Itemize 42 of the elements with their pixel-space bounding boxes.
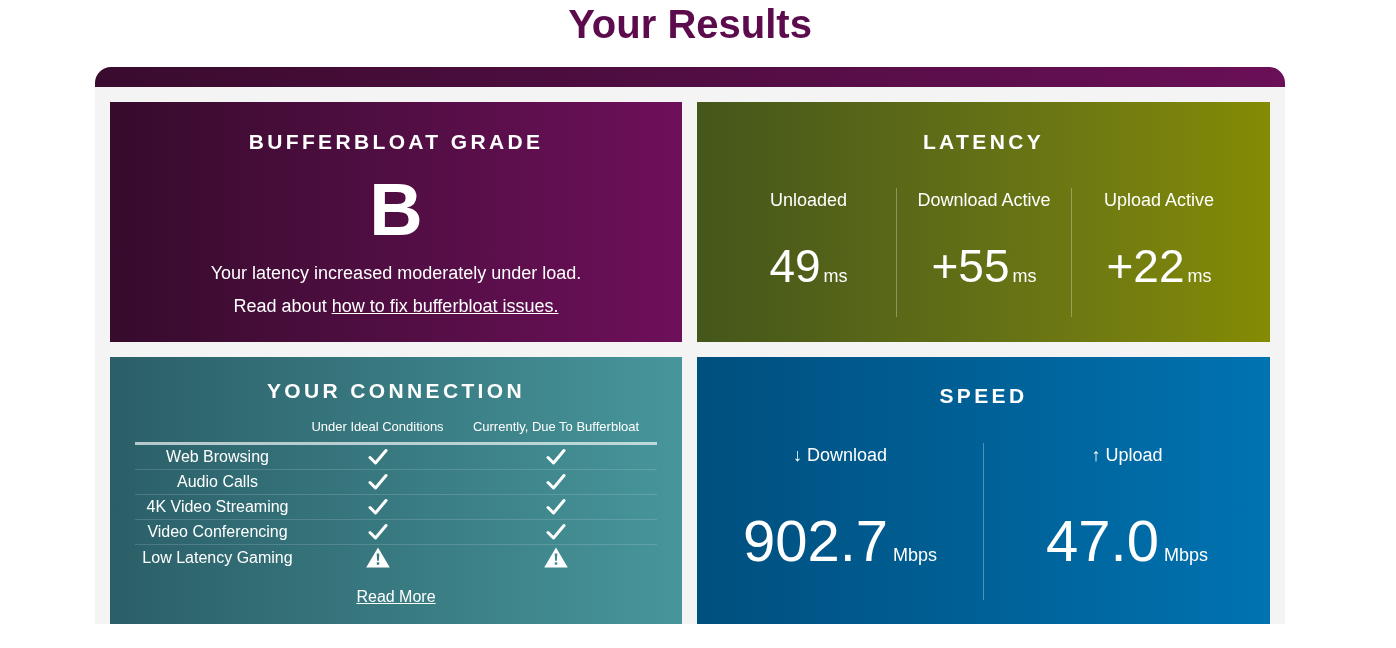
column-header: Currently, Due To Bufferbloat [472,418,640,436]
unit-label: ms [823,265,848,287]
column-header: Under Ideal Conditions [311,418,444,436]
read-more-link[interactable]: Read More [356,585,436,609]
metric-label: ↓ Download [792,444,888,467]
metric-label: Unloaded [769,189,848,212]
card-title: SPEED [939,383,1028,409]
check-icon [367,448,388,466]
check-icon [367,473,388,491]
fix-advice-text: Read about how to fix bufferbloat issues. [233,295,559,318]
page-heading: Your Results [568,2,812,46]
unit-label: Mbps [1163,544,1208,566]
warning-icon [365,547,390,568]
check-icon [546,523,566,541]
latency-value: +55 [931,243,1010,289]
unit-label: ms [1187,265,1212,287]
unit-label: Mbps [893,544,938,566]
unit-label: ms [1012,265,1037,287]
warning-icon [544,547,568,568]
card-title: BUFFERBLOAT GRADE [248,129,544,155]
check-icon [367,498,388,516]
activity-label: Video Conferencing [147,522,288,542]
latency-value: +22 [1106,243,1185,289]
card-title: LATENCY [922,129,1045,155]
check-icon [367,523,388,541]
activity-label: Web Browsing [166,447,269,467]
speed-value: 47.0 [1046,512,1159,570]
check-icon [546,498,566,516]
grade-letter: B [369,173,423,247]
check-icon [546,473,566,491]
fix-bufferbloat-link[interactable]: how to fix bufferbloat issues. [331,296,559,316]
activity-label: Low Latency Gaming [142,547,293,568]
grade-summary: Your latency increased moderately under load. [210,262,582,285]
latency-value: 49 [769,243,821,289]
metric-label: Download Active [917,189,1051,212]
check-icon [546,448,566,466]
activity-label: 4K Video Streaming [146,497,289,517]
speed-value: 902.7 [742,512,889,570]
metric-label: ↑ Upload [1091,444,1163,467]
metric-label: Upload Active [1103,189,1215,212]
card-title: YOUR CONNECTION [266,378,526,404]
activity-label: Audio Calls [177,472,258,492]
